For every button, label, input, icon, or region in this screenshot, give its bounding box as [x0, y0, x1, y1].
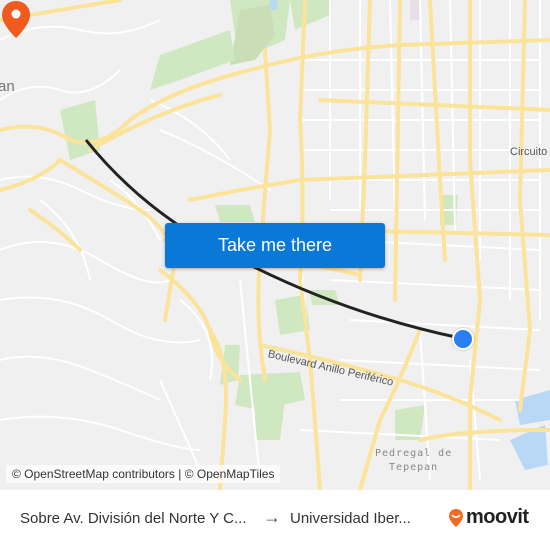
- destination-name: Universidad Iber...: [290, 510, 411, 527]
- origin-stop-name: Sobre Av. División del Norte Y C...: [20, 510, 247, 527]
- moovit-pin-icon: [449, 508, 463, 527]
- arrow-right-icon: →: [263, 507, 281, 527]
- street-label-circuito: Circuito: [510, 146, 548, 158]
- neighborhood-label-line1: Pedregal de: [375, 448, 453, 459]
- map-pin-icon[interactable]: [0, 0, 32, 40]
- neighborhood-label-pedregal: Pedregal de Tepepan: [375, 447, 452, 475]
- location-dot-icon[interactable]: [452, 328, 474, 350]
- place-label: an: [0, 78, 15, 95]
- route-footer: Sobre Av. División del Norte Y C... → Un…: [0, 490, 550, 550]
- moovit-wordmark: moovit: [466, 506, 529, 528]
- moovit-logo[interactable]: moovit: [448, 506, 529, 529]
- map-attribution[interactable]: © OpenStreetMap contributors | © OpenMap…: [6, 465, 281, 483]
- map-canvas[interactable]: an Circuito Boulevard Anillo Periférico …: [0, 0, 550, 490]
- neighborhood-label-line2: Tepepan: [389, 462, 439, 473]
- take-me-there-button[interactable]: Take me there: [165, 223, 385, 268]
